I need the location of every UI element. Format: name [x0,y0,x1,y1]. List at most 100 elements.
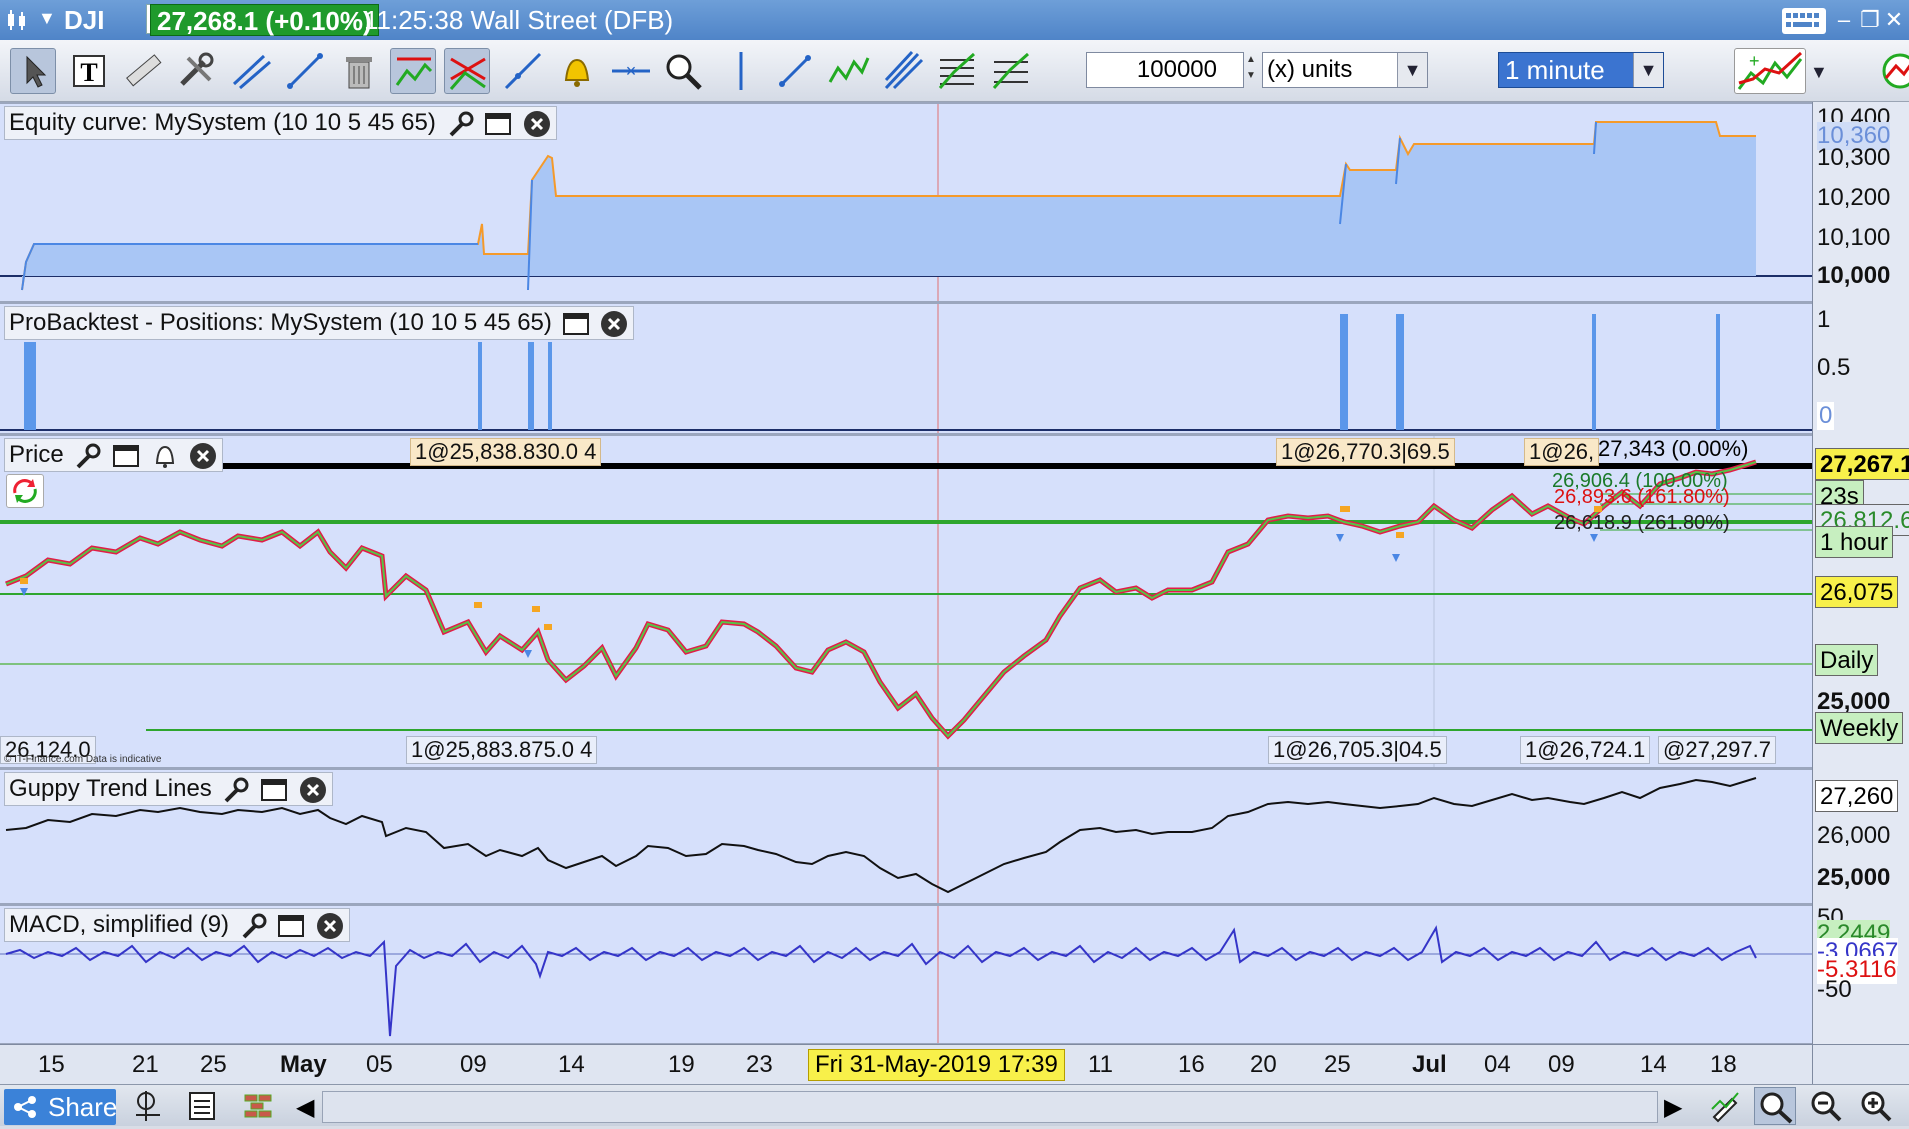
tools-icon[interactable] [174,48,220,94]
x-tick: Jul [1412,1051,1447,1078]
macd-label[interactable]: MACD, simplified (9) [4,908,351,942]
trade-box[interactable]: 1@26,770.3|69.5 [1276,438,1455,466]
axis-label: 1 [1817,306,1831,333]
trade-box[interactable]: 1@26,705.3|04.5 [1268,736,1447,764]
zoom-in-icon[interactable] [1858,1089,1894,1123]
ruler-tool[interactable] [120,48,166,94]
bricks-icon[interactable] [242,1089,276,1123]
pitchfork-tool[interactable] [880,48,926,94]
horizontal-line-tool[interactable]: × [608,48,654,94]
fibonacci-fan-tool[interactable] [988,48,1034,94]
guppy-axis[interactable]: 27,260 26,000 25,000 [1812,768,1909,904]
scroll-right-icon[interactable]: ▶ [1664,1093,1682,1122]
alert-bell-icon[interactable] [554,48,600,94]
wrench-icon[interactable] [220,775,250,805]
pointer-tool[interactable] [10,48,56,94]
close-icon[interactable]: ✕ [1880,8,1908,32]
trade-box[interactable]: @27,297.7 [1658,736,1776,764]
window-icon[interactable] [483,109,513,139]
text-tool[interactable]: T [66,48,112,94]
horizontal-scrollbar[interactable] [322,1091,1658,1123]
timeframe-select[interactable]: 1 minute ▼ [1498,52,1664,88]
zoom-out-icon[interactable] [1808,1089,1844,1123]
vertical-line-tool[interactable] [718,48,764,94]
units-select[interactable]: (x) units ▼ [1262,52,1428,88]
x-tick: 05 [366,1051,393,1078]
fibonacci-tool[interactable] [934,48,980,94]
channel-tool[interactable] [228,48,274,94]
quantity-input[interactable]: 100000 [1086,52,1244,88]
strategy-icon[interactable] [1870,48,1909,94]
window-icon[interactable] [276,911,306,941]
positions-axis[interactable]: 1 0.5 0 [1812,302,1909,434]
quantity-stepper[interactable]: ▲ ▼ [1246,52,1260,88]
macd-panel[interactable]: MACD, simplified (9) [0,904,1812,1044]
trade-box[interactable]: 1@25,883.875.0 4 [406,736,598,764]
price-label[interactable]: Price [4,438,224,472]
alert-bell-icon[interactable] [150,441,180,471]
candlestick-icon[interactable] [4,8,30,32]
level-tag: 26,075 [1815,576,1899,608]
minimize-icon[interactable]: – [1830,8,1858,32]
positions-label[interactable]: ProBacktest - Positions: MySystem (10 10… [4,306,635,340]
auto-trend-tool[interactable] [390,48,436,94]
svg-text:T: T [80,58,97,87]
positions-panel[interactable]: ProBacktest - Positions: MySystem (10 10… [0,302,1812,434]
keyboard-icon[interactable] [1782,8,1826,34]
trade-box[interactable]: 1@26, [1524,438,1600,466]
trade-box[interactable]: 1@25,838.830.0 4 [410,438,602,466]
zoom-box-icon[interactable] [1754,1087,1796,1125]
auto-channel-tool[interactable] [444,48,490,94]
symbol-label[interactable]: DJI [64,5,104,36]
wrench-icon[interactable] [72,441,102,471]
trend-line-tool[interactable] [282,48,328,94]
close-icon[interactable] [188,441,218,471]
close-icon[interactable] [315,911,345,941]
close-icon[interactable] [599,309,629,339]
price-axis[interactable]: 27,267.1 23s 26,812.6 1 hour 26,075 Dail… [1812,434,1909,768]
cursor-mode-icon[interactable] [132,1089,164,1123]
chevron-down-icon[interactable]: ▼ [38,8,56,29]
hour-tag: 1 hour [1815,526,1894,558]
list-icon[interactable] [186,1089,218,1123]
price-panel[interactable]: Price 1@25,838.830.0 4 1@26,770.3|69.5 1… [0,434,1812,768]
x-tick: 04 [1484,1051,1511,1078]
daily-tag: Daily [1815,644,1879,676]
data-credit: © IT-Finance.com Data is indicative [4,754,162,765]
trade-box[interactable]: 1@26,724.1 [1520,736,1651,764]
window-icon[interactable] [561,309,591,339]
refresh-icon[interactable] [6,474,44,508]
equity-curve-title: Equity curve: MySystem (10 10 5 45 65) [9,109,436,136]
trash-icon[interactable] [336,48,382,94]
pattern-tool[interactable] [826,48,872,94]
indicators-icon[interactable]: + [1734,48,1806,94]
wrench-icon[interactable] [445,109,475,139]
equity-axis[interactable]: 10,400 10,360 10,300 10,200 10,100 10,00… [1812,102,1909,302]
chevron-down-icon[interactable]: ▼ [1810,62,1828,83]
zoom-magnifier-icon[interactable] [660,48,706,94]
x-tick: 09 [1548,1051,1575,1078]
x-tick: 15 [38,1051,65,1078]
scroll-left-icon[interactable]: ◀ [296,1093,314,1122]
chevron-down-icon[interactable]: ▼ [1633,53,1663,87]
draw-pencil-icon[interactable] [1708,1089,1742,1123]
x-axis[interactable]: 15 21 25 May 05 09 14 19 23 Fri 31-May-2… [0,1044,1812,1084]
close-icon[interactable] [522,109,552,139]
chevron-down-icon[interactable]: ▼ [1397,53,1427,87]
window-icon[interactable] [111,441,141,471]
wrench-icon[interactable] [238,911,268,941]
window-icon[interactable] [259,775,289,805]
guppy-label[interactable]: Guppy Trend Lines [4,772,333,806]
share-button[interactable]: Share [4,1089,117,1125]
macd-title: MACD, simplified (9) [9,911,230,938]
macd-axis[interactable]: 50 2.2449 -3.0667 -5.3116 -50 [1812,904,1909,1044]
guppy-panel[interactable]: Guppy Trend Lines [0,768,1812,904]
equity-curve-label[interactable]: Equity curve: MySystem (10 10 5 45 65) [4,106,557,140]
x-tick: 25 [1324,1051,1351,1078]
close-icon[interactable] [298,775,328,805]
ray-tool[interactable] [500,48,546,94]
x-tick: 18 [1710,1051,1737,1078]
segment-tool[interactable] [772,48,818,94]
equity-curve-panel[interactable]: Equity curve: MySystem (10 10 5 45 65) [0,102,1812,302]
x-tick: 14 [558,1051,585,1078]
